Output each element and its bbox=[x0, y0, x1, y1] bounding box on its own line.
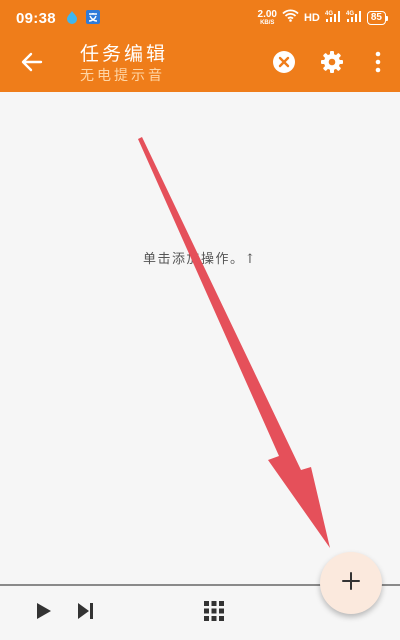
battery-tip bbox=[386, 15, 388, 21]
task-action-list[interactable]: 单击添加操作。↑ bbox=[0, 92, 400, 584]
back-button[interactable] bbox=[0, 36, 64, 92]
battery-icon: 85 bbox=[366, 11, 388, 25]
add-action-button[interactable] bbox=[320, 552, 382, 614]
play-button[interactable] bbox=[22, 586, 66, 640]
grid-icon bbox=[204, 601, 224, 625]
empty-hint: 单击添加操作。↑ bbox=[143, 252, 257, 267]
play-icon bbox=[36, 602, 52, 624]
status-system-icons: 2.00 KB/S HD 4G 4G 85 bbox=[258, 9, 388, 28]
arrow-left-icon bbox=[21, 51, 43, 77]
app-bar-actions bbox=[260, 36, 400, 92]
title-block: 任务编辑 无电提示音 bbox=[80, 42, 168, 86]
shield-drop-icon bbox=[66, 9, 78, 28]
grid-button[interactable] bbox=[190, 586, 238, 640]
svg-text:4G: 4G bbox=[346, 11, 354, 17]
page-subtitle: 无电提示音 bbox=[80, 68, 165, 84]
settings-button[interactable] bbox=[308, 36, 356, 92]
signal-4g-icon: 4G bbox=[346, 9, 362, 28]
translate-icon bbox=[85, 9, 100, 28]
net-speed-unit: KB/S bbox=[260, 20, 275, 26]
net-speed-value: 2.00 bbox=[257, 9, 277, 20]
wifi-icon bbox=[282, 9, 299, 27]
clear-button[interactable] bbox=[260, 36, 308, 92]
plus-icon bbox=[342, 572, 360, 594]
net-speed: 2.00 KB/S bbox=[257, 9, 277, 27]
svg-text:4G: 4G bbox=[325, 11, 333, 17]
more-options-button[interactable] bbox=[356, 36, 400, 92]
status-time: 09:38 bbox=[16, 9, 56, 27]
battery-level: 85 bbox=[366, 11, 386, 25]
more-vert-icon bbox=[375, 51, 381, 77]
hd-label: HD bbox=[303, 12, 320, 24]
page-title: 任务编辑 bbox=[80, 43, 169, 65]
gear-icon bbox=[320, 50, 344, 78]
status-bar: 09:38 2.00 KB/S HD 4G 4G 85 bbox=[0, 0, 400, 36]
status-notification-icons bbox=[66, 9, 100, 28]
step-button[interactable] bbox=[66, 586, 106, 640]
signal-4g-icon: 4G bbox=[325, 9, 341, 28]
skip-next-icon bbox=[77, 602, 95, 624]
close-circle-icon bbox=[272, 50, 296, 78]
app-bar: 任务编辑 无电提示音 bbox=[0, 36, 400, 92]
